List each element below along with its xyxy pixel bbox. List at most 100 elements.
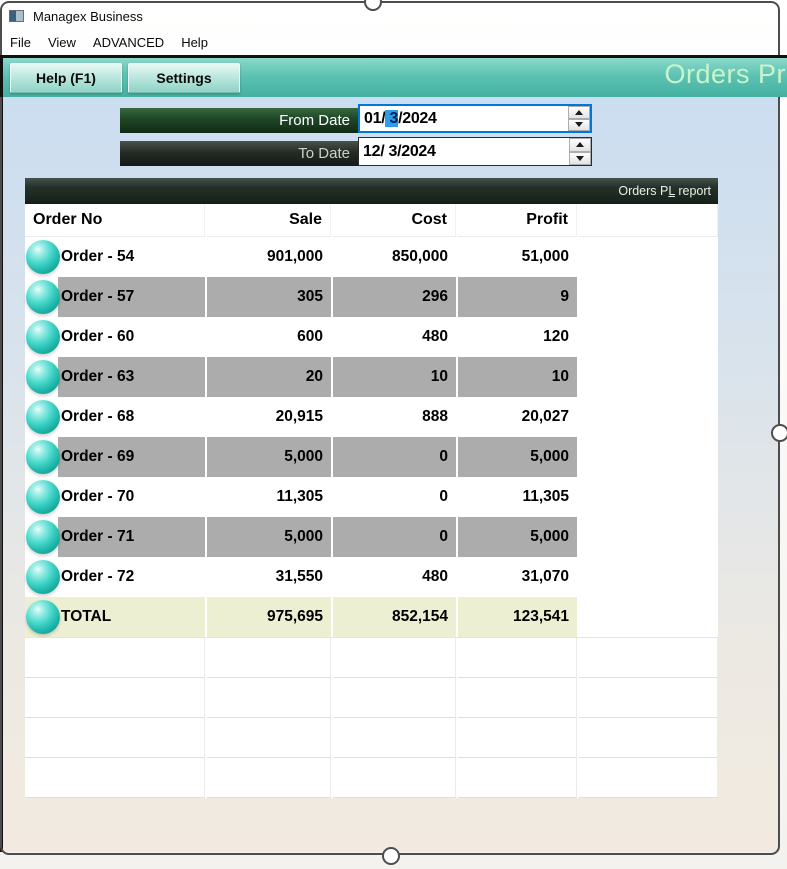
profit-cell: 120 [543, 328, 569, 345]
order-cell: Order - 57 [25, 277, 205, 317]
order-sphere-icon [26, 520, 60, 554]
from-date-label: From Date [279, 112, 350, 129]
help-button[interactable]: Help (F1) [10, 63, 122, 93]
order-cell: Order - 71 [25, 517, 205, 557]
empty-table-row[interactable] [25, 678, 718, 718]
order-sphere-icon [26, 400, 60, 434]
order-cell: Order - 72 [25, 557, 205, 597]
sale-cell: 11,305 [276, 488, 323, 505]
sale-cell: 5,000 [207, 517, 331, 557]
header-sale[interactable]: Sale [207, 204, 331, 237]
table-row[interactable]: Order - 70 11,305 0 11,305 [25, 477, 718, 517]
sale-cell: 20,915 [275, 408, 323, 425]
order-cell: Order - 60 [25, 317, 205, 357]
cost-cell: 0 [333, 517, 456, 557]
sale-cell: 600 [297, 328, 323, 345]
down-arrow-icon [576, 155, 584, 161]
toolbar: Help (F1) Settings Orders Pr [0, 55, 787, 97]
order-label: Order - 54 [61, 248, 135, 265]
header-order-no[interactable]: Order No [25, 204, 205, 237]
resize-handle-bottom[interactable] [382, 847, 400, 865]
profit-cell: 5,000 [458, 517, 577, 557]
table-row[interactable]: Order - 69 5,000 0 5,000 [25, 437, 718, 477]
empty-table-row[interactable] [25, 638, 718, 678]
to-date-spin-down-button[interactable] [569, 151, 591, 165]
header-cost[interactable]: Cost [333, 204, 456, 237]
to-date-input[interactable]: 12/ 3/2024 [358, 137, 592, 166]
menu-item-help[interactable]: Help [181, 35, 208, 50]
order-cell: Order - 70 [25, 477, 205, 517]
sale-cell: 5,000 [207, 437, 331, 477]
trailing-cell [579, 437, 718, 477]
profit-cell: 11,305 [522, 488, 569, 505]
from-date-label-bar: From Date [120, 108, 358, 133]
trailing-cell [579, 517, 718, 557]
trailing-cell [579, 597, 718, 637]
profit-cell: 51,000 [521, 248, 569, 265]
trailing-cell [579, 317, 718, 357]
table-row[interactable]: Order - 60 600 480 120 [25, 317, 718, 357]
table-row[interactable]: Order - 54 901,000 850,000 51,000 [25, 237, 718, 277]
to-date-label: To Date [298, 145, 350, 162]
from-date-input[interactable]: 01/ 3/2024 [358, 104, 592, 133]
window-left-border [0, 55, 3, 852]
cost-cell: 480 [422, 328, 448, 345]
app-window-icon [9, 10, 24, 22]
order-cell: Order - 63 [25, 357, 205, 397]
menu-item-view[interactable]: View [48, 35, 76, 50]
order-sphere-icon [26, 360, 60, 394]
empty-table-row[interactable] [25, 758, 718, 798]
page-title: Orders Pr [664, 59, 786, 89]
down-arrow-icon [575, 122, 583, 128]
profit-cell: 9 [458, 277, 577, 317]
order-label: Order - 70 [61, 488, 135, 505]
cost-cell: 888 [422, 408, 448, 425]
table-row[interactable]: Order - 72 31,550 480 31,070 [25, 557, 718, 597]
trailing-cell [579, 397, 718, 437]
to-date-spin-up-button[interactable] [569, 138, 591, 152]
menu-item-file[interactable]: File [10, 35, 31, 50]
resize-handle-right[interactable] [771, 424, 787, 442]
order-cell: TOTAL [25, 597, 205, 637]
sale-cell: 305 [207, 277, 331, 317]
window-title: Managex Business [33, 8, 143, 24]
from-date-value: 01/ 3/2024 [364, 109, 437, 127]
cost-cell: 480 [422, 568, 448, 585]
order-sphere-icon [26, 600, 60, 634]
resize-handle-top[interactable] [364, 0, 382, 11]
sale-cell: 901,000 [266, 248, 323, 265]
from-date-spin-down-button[interactable] [568, 118, 590, 131]
order-sphere-icon [26, 240, 60, 274]
orders-table-header: Order No Sale Cost Profit [25, 204, 718, 237]
cost-cell: 296 [333, 277, 456, 317]
menu-item-advanced[interactable]: ADVANCED [93, 35, 164, 50]
header-trailing [579, 204, 718, 237]
order-cell: Order - 68 [25, 397, 205, 437]
order-label: Order - 69 [58, 437, 205, 477]
designer-canvas: Managex Business File View ADVANCED Help… [0, 0, 787, 869]
table-row[interactable]: TOTAL 975,695 852,154 123,541 [25, 597, 718, 638]
trailing-cell [579, 477, 718, 517]
order-sphere-icon [26, 480, 60, 514]
order-label: Order - 71 [58, 517, 205, 557]
table-row[interactable]: Order - 71 5,000 0 5,000 [25, 517, 718, 557]
sale-cell: 20 [207, 357, 331, 397]
settings-button[interactable]: Settings [128, 63, 240, 93]
order-cell: Order - 69 [25, 437, 205, 477]
header-profit[interactable]: Profit [458, 204, 577, 237]
order-sphere-icon [26, 560, 60, 594]
order-label: Order - 60 [61, 328, 135, 345]
orders-table: Order No Sale Cost Profit Order - 54 901… [25, 204, 718, 798]
profit-cell: 123,541 [458, 597, 577, 637]
table-row[interactable]: Order - 63 20 10 10 [25, 357, 718, 397]
sale-cell: 31,550 [275, 568, 323, 585]
from-date-spin-up-button[interactable] [568, 106, 590, 119]
order-cell: Order - 54 [25, 237, 205, 277]
table-row[interactable]: Order - 68 20,915 888 20,027 [25, 397, 718, 437]
order-label: Order - 68 [61, 408, 135, 425]
to-date-spinner [569, 138, 591, 165]
up-arrow-icon [576, 142, 584, 148]
empty-table-row[interactable] [25, 718, 718, 758]
trailing-cell [579, 557, 718, 597]
table-row[interactable]: Order - 57 305 296 9 [25, 277, 718, 317]
